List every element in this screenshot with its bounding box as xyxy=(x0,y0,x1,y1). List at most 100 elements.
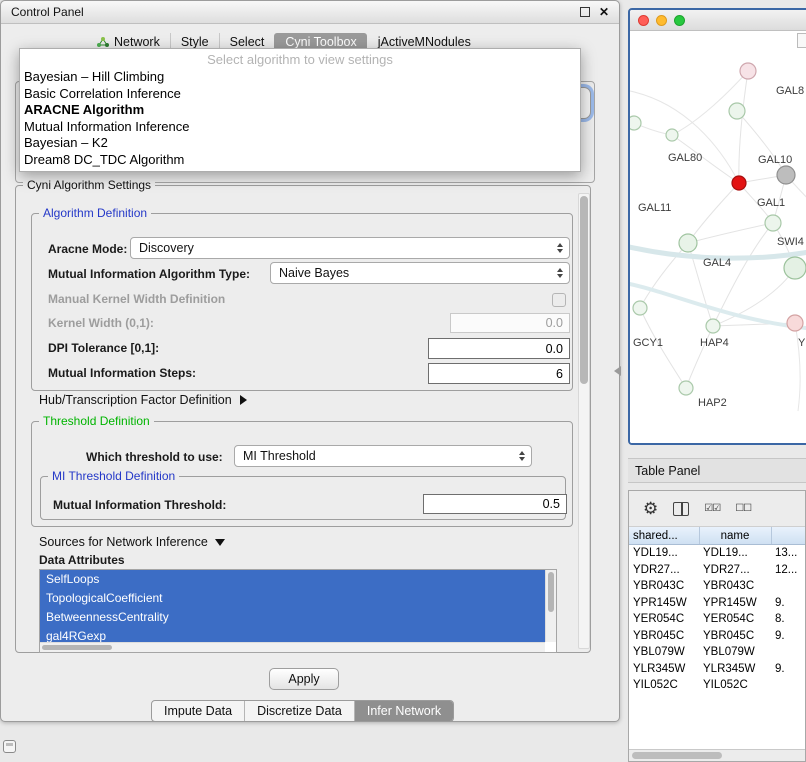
dpi-tolerance-label: DPI Tolerance [0,1]: xyxy=(48,341,159,355)
apply-button[interactable]: Apply xyxy=(269,668,339,690)
float-window-icon[interactable] xyxy=(580,7,590,17)
dropdown-item[interactable]: Basic Correlation Inference xyxy=(20,86,580,103)
network-node[interactable] xyxy=(740,63,756,79)
node-label: HAP2 xyxy=(698,397,727,409)
network-node[interactable] xyxy=(787,315,803,331)
deselect-all-checkboxes-icon[interactable]: ☐☐ xyxy=(735,504,751,514)
mi-steps-field[interactable] xyxy=(428,363,570,384)
threshold-definition-group: Threshold Definition Which threshold to … xyxy=(31,421,573,527)
close-icon[interactable]: ✕ xyxy=(599,6,609,18)
zoom-button[interactable] xyxy=(674,15,685,26)
mi-threshold-group: MI Threshold Definition Mutual Informati… xyxy=(40,476,566,520)
table-horizontal-scrollbar[interactable] xyxy=(629,749,805,761)
network-canvas[interactable]: GAL8GAL80GAL10GAL11GAL1SWI4GAL4GCY1HAP4Y… xyxy=(630,31,806,444)
collapsed-arrow-icon xyxy=(240,395,247,405)
hub-definition-toggle[interactable]: Hub/Transcription Factor Definition xyxy=(39,393,247,407)
tab-label: Network xyxy=(114,35,160,49)
combo-arrows-icon xyxy=(557,268,563,278)
scrollbar-thumb[interactable] xyxy=(42,645,112,650)
network-node[interactable] xyxy=(729,103,745,119)
table-row[interactable]: YER054CYER054C8. xyxy=(629,611,806,628)
tab-impute-data[interactable]: Impute Data xyxy=(152,701,244,721)
mi-type-combo[interactable]: Naive Bayes xyxy=(270,262,570,284)
network-edge[interactable] xyxy=(630,91,739,183)
column-header[interactable]: shared... xyxy=(629,527,699,545)
minimize-button[interactable] xyxy=(656,15,667,26)
columns-icon[interactable] xyxy=(673,502,689,516)
network-view-window: GAL8GAL80GAL10GAL11GAL1SWI4GAL4GCY1HAP4Y… xyxy=(628,8,806,445)
expanded-arrow-icon xyxy=(215,539,225,546)
tab-discretize-data[interactable]: Discretize Data xyxy=(244,701,354,721)
scrollbar-thumb[interactable] xyxy=(632,752,722,759)
network-canvas-area[interactable]: GAL8GAL80GAL10GAL11GAL1SWI4GAL4GCY1HAP4Y… xyxy=(630,31,806,444)
sources-toggle[interactable]: Sources for Network Inference xyxy=(39,535,225,549)
table-row[interactable]: YIL052CYIL052C xyxy=(629,677,806,694)
network-node[interactable] xyxy=(777,166,795,184)
table-panel-header[interactable]: Table Panel xyxy=(628,458,806,483)
minimized-panel-icon[interactable] xyxy=(3,740,16,753)
threshold-definition-title: Threshold Definition xyxy=(39,414,154,428)
dropdown-item[interactable]: Mutual Information Inference xyxy=(20,119,580,136)
dropdown-item[interactable]: Bayesian – Hill Climbing xyxy=(20,69,580,86)
network-node[interactable] xyxy=(784,257,806,279)
network-edge[interactable] xyxy=(688,183,739,243)
close-button[interactable] xyxy=(638,15,649,26)
dpi-tolerance-field[interactable] xyxy=(428,338,570,359)
node-label: GAL80 xyxy=(668,152,702,164)
aracne-mode-combo[interactable]: Discovery xyxy=(130,237,570,259)
settings-group-title: Cyni Algorithm Settings xyxy=(23,178,155,192)
table-panel-window: ⚙ ☑☑ ☐☐ shared...name YDL19...YDL19...13… xyxy=(628,490,806,762)
network-node[interactable] xyxy=(630,116,641,130)
table-row[interactable]: YBR045CYBR045C9. xyxy=(629,628,806,645)
network-node[interactable] xyxy=(679,381,693,395)
network-edge[interactable] xyxy=(739,71,748,183)
dropdown-placeholder: Select algorithm to view settings xyxy=(20,49,580,69)
network-window-titlebar[interactable] xyxy=(630,10,806,31)
table-row[interactable]: YPR145WYPR145W9. xyxy=(629,595,806,612)
table-body: YDL19...YDL19...13...YDR27...YDR27...12.… xyxy=(629,545,806,694)
network-node[interactable] xyxy=(706,319,720,333)
table-panel-title: Table Panel xyxy=(635,464,700,478)
window-title: Control Panel xyxy=(11,5,84,19)
column-header[interactable] xyxy=(771,527,806,545)
attribute-item[interactable]: BetweennessCentrality xyxy=(40,608,545,627)
attribute-item[interactable]: SelfLoops xyxy=(40,570,545,589)
table-row[interactable]: YBL079WYBL079W xyxy=(629,644,806,661)
network-node[interactable] xyxy=(732,176,746,190)
table-toolbar: ⚙ ☑☑ ☐☐ xyxy=(629,491,805,527)
scrollbar-thumb[interactable] xyxy=(548,572,554,612)
which-threshold-label: Which threshold to use: xyxy=(86,450,223,464)
dropdown-item[interactable]: ARACNE Algorithm xyxy=(20,102,580,119)
splitter-collapse-icon[interactable] xyxy=(614,366,621,376)
table-row[interactable]: YDL19...YDL19...13... xyxy=(629,545,806,562)
scrollbar-stub[interactable] xyxy=(797,33,806,48)
node-label: SWI4 xyxy=(777,236,804,248)
tab-infer-network[interactable]: Infer Network xyxy=(354,701,453,721)
control-panel-titlebar[interactable]: Control Panel ✕ xyxy=(1,1,619,24)
select-all-checkboxes-icon[interactable]: ☑☑ xyxy=(704,504,720,514)
settings-scrollbar[interactable] xyxy=(578,193,590,649)
network-node[interactable] xyxy=(633,301,647,315)
network-node[interactable] xyxy=(679,234,697,252)
scrollbar-thumb[interactable] xyxy=(580,196,588,384)
table-header-row: shared...name xyxy=(629,527,806,545)
table-row[interactable]: YLR345WYLR345W9. xyxy=(629,661,806,678)
sources-label: Sources for Network Inference xyxy=(39,535,208,549)
manual-kernel-checkbox[interactable] xyxy=(552,293,566,307)
attribute-item[interactable]: gal4RGexp xyxy=(40,627,545,642)
network-edge[interactable] xyxy=(686,326,713,388)
dropdown-item[interactable]: Dream8 DC_TDC Algorithm xyxy=(20,152,580,169)
column-header[interactable]: name xyxy=(699,527,771,545)
dropdown-item[interactable]: Bayesian – K2 xyxy=(20,135,580,152)
list-horizontal-scrollbar[interactable] xyxy=(40,642,545,652)
kernel-width-field[interactable] xyxy=(450,313,570,333)
attribute-item[interactable]: TopologicalCoefficient xyxy=(40,589,545,608)
network-node[interactable] xyxy=(666,129,678,141)
network-node[interactable] xyxy=(765,215,781,231)
gear-icon[interactable]: ⚙ xyxy=(643,500,658,517)
list-vertical-scrollbar[interactable] xyxy=(545,570,556,642)
table-row[interactable]: YBR043CYBR043C xyxy=(629,578,806,595)
table-row[interactable]: YDR27...YDR27...12... xyxy=(629,562,806,579)
mi-threshold-field[interactable] xyxy=(423,494,567,514)
which-threshold-combo[interactable]: MI Threshold xyxy=(234,445,532,467)
